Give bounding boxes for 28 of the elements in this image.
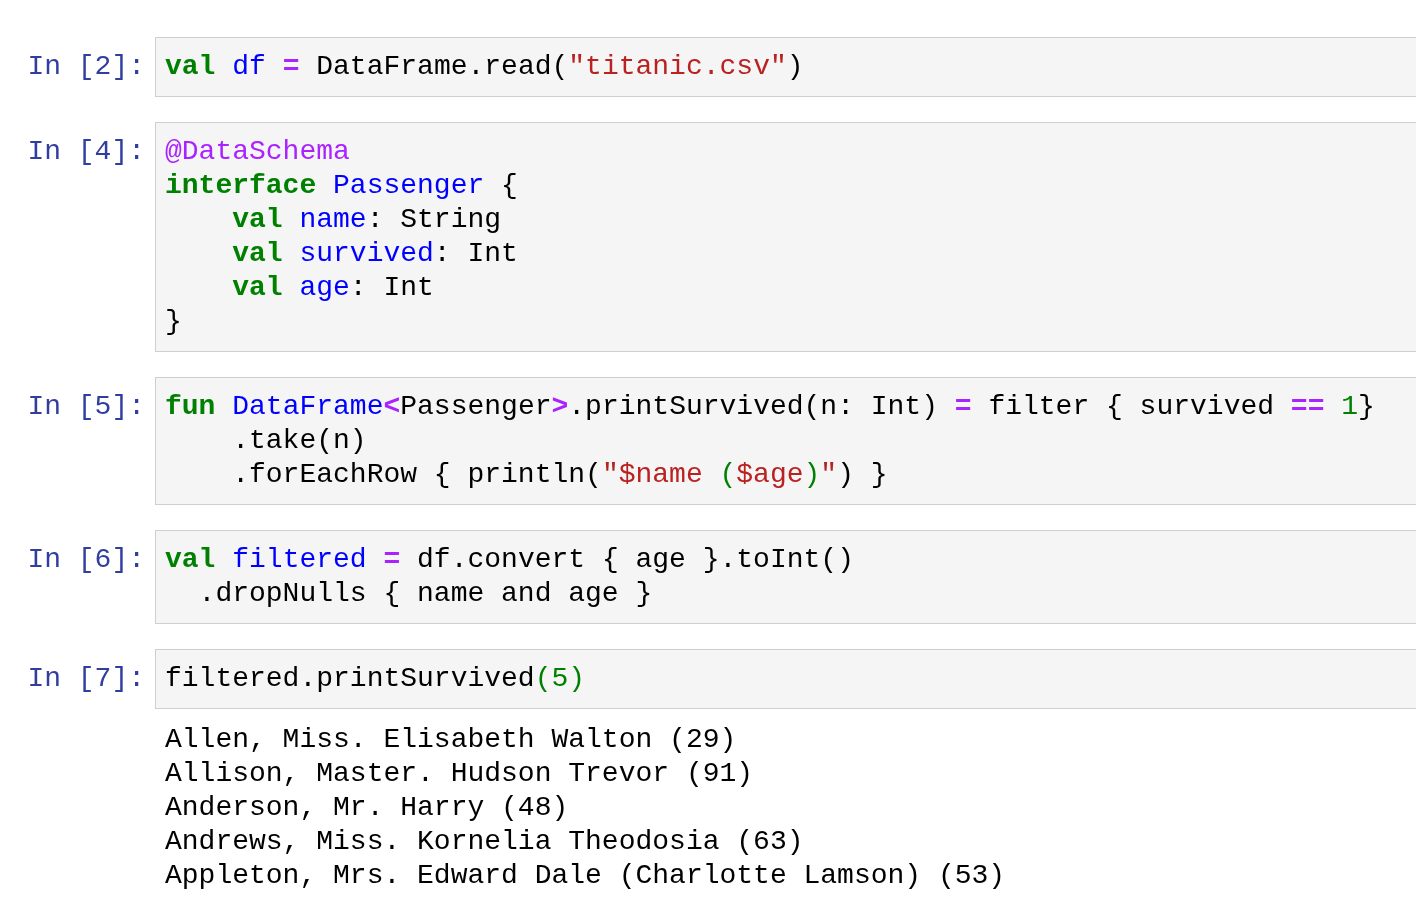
code-cell[interactable]: val df = DataFrame.read("titanic.csv") xyxy=(155,37,1416,97)
output-line: Allen, Miss. Elisabeth Walton (29) xyxy=(165,723,738,757)
code-line: val survived: Int xyxy=(231,237,519,271)
input-prompt: In [5]: xyxy=(26,390,146,424)
code-line: .dropNulls { name and age } xyxy=(197,577,654,611)
input-prompt: In [7]: xyxy=(26,662,146,696)
code-cell[interactable]: fun DataFrame<Passenger>.printSurvived(n: Int) = filter { survived == 1} .take(n) .forEachRow { println("$name ($age)") } xyxy=(155,377,1416,505)
input-prompt: In [4]: xyxy=(26,135,146,169)
code-line: val filtered = df.convert { age }.toInt() xyxy=(165,543,855,577)
output-line: Andrews, Miss. Kornelia Theodosia (63) xyxy=(165,825,805,859)
code-line: .take(n) xyxy=(231,424,368,458)
code-line: .forEachRow { println("$name ($age)") } xyxy=(231,458,889,492)
code-cell[interactable]: val filtered = df.convert { age }.toInt() .dropNulls { name and age } xyxy=(155,530,1416,624)
code-line: interface Passenger { xyxy=(165,169,519,203)
input-prompt: In [2]: xyxy=(26,50,146,84)
code-line: filtered.printSurvived(5) xyxy=(165,662,587,696)
output-line: Allison, Master. Hudson Trevor (91) xyxy=(165,757,755,791)
code-line: @DataSchema xyxy=(165,135,351,169)
code-line: } xyxy=(165,305,183,339)
code-line: val name: String xyxy=(231,203,503,237)
code-line: val df = DataFrame.read("titanic.csv") xyxy=(165,50,805,84)
code-cell[interactable]: filtered.printSurvived(5) xyxy=(155,649,1416,709)
code-line: fun DataFrame<Passenger>.printSurvived(n: Int) = filter { survived == 1} xyxy=(165,390,1376,424)
output-line: Appleton, Mrs. Edward Dale (Charlotte Lamson) (53) xyxy=(165,859,1007,893)
code-line: val age: Int xyxy=(231,271,435,305)
code-cell[interactable]: @DataSchema interface Passenger { val name: String val survived: Int val age: Int } xyxy=(155,122,1416,352)
input-prompt: In [6]: xyxy=(26,543,146,577)
output-line: Anderson, Mr. Harry (48) xyxy=(165,791,570,825)
